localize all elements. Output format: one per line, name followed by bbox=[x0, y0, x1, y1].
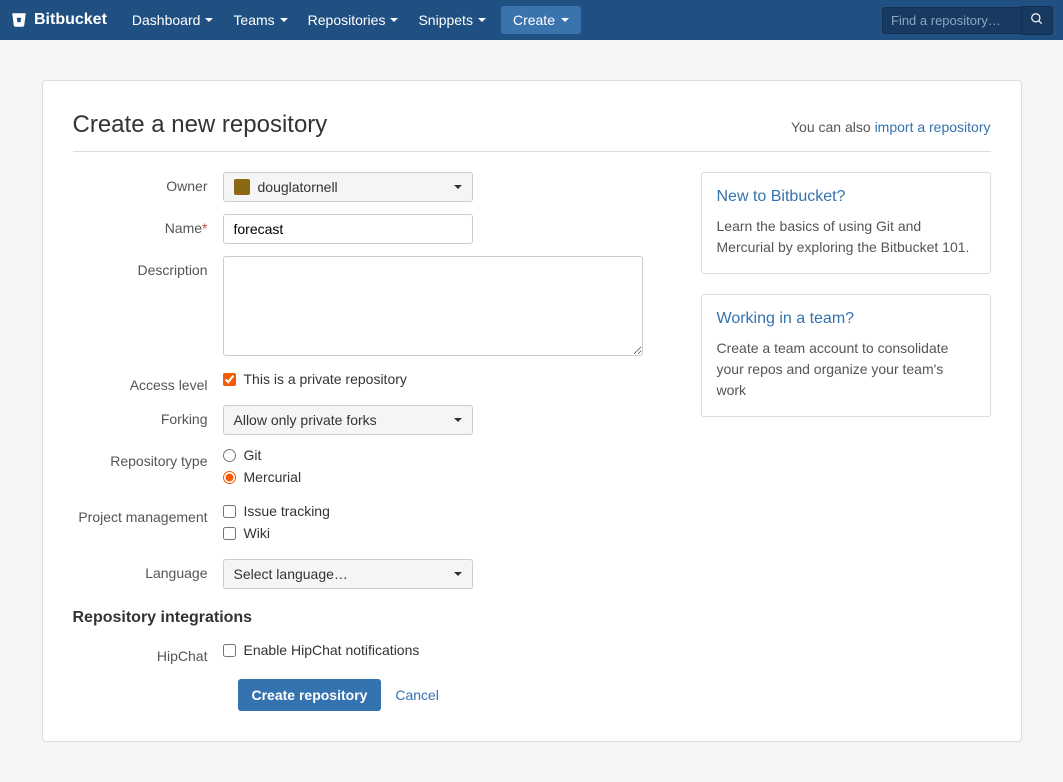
wiki-row[interactable]: Wiki bbox=[223, 525, 671, 541]
import-text: You can also import a repository bbox=[791, 119, 991, 135]
info-new-text: Learn the basics of using Git and Mercur… bbox=[717, 216, 975, 258]
chevron-down-icon bbox=[390, 18, 398, 22]
page-header: Create a new repository You can also imp… bbox=[73, 111, 991, 152]
repotype-label: Repository type bbox=[73, 447, 223, 469]
pm-label: Project management bbox=[73, 503, 223, 525]
search-wrap bbox=[882, 6, 1053, 35]
row-repotype: Repository type Git Mercurial bbox=[73, 447, 671, 491]
issue-tracking-checkbox[interactable] bbox=[223, 505, 236, 518]
row-access: Access level This is a private repositor… bbox=[73, 371, 671, 393]
nav-dashboard[interactable]: Dashboard bbox=[122, 0, 224, 40]
owner-select[interactable]: douglatornell bbox=[223, 172, 473, 202]
git-radio[interactable] bbox=[223, 449, 236, 462]
wiki-checkbox[interactable] bbox=[223, 527, 236, 540]
language-label: Language bbox=[73, 559, 223, 581]
info-box-team: Working in a team? Create a team account… bbox=[701, 294, 991, 417]
avatar bbox=[234, 179, 250, 195]
search-input[interactable] bbox=[882, 7, 1022, 34]
info-team-text: Create a team account to consolidate you… bbox=[717, 338, 975, 401]
form-section: Owner douglatornell Name* Description bbox=[73, 172, 671, 711]
row-pm: Project management Issue tracking Wiki bbox=[73, 503, 671, 547]
mercurial-radio-row[interactable]: Mercurial bbox=[223, 469, 671, 485]
hipchat-checkbox[interactable] bbox=[223, 644, 236, 657]
chevron-down-icon bbox=[454, 572, 462, 576]
forking-label: Forking bbox=[73, 405, 223, 427]
nav-snippets[interactable]: Snippets bbox=[408, 0, 495, 40]
sidebar: New to Bitbucket? Learn the basics of us… bbox=[701, 172, 991, 711]
git-radio-row[interactable]: Git bbox=[223, 447, 671, 463]
integrations-title: Repository integrations bbox=[73, 609, 671, 627]
nav-items: Dashboard Teams Repositories Snippets Cr… bbox=[122, 0, 882, 40]
form-actions: Create repository Cancel bbox=[238, 679, 671, 711]
import-repository-link[interactable]: import a repository bbox=[875, 119, 991, 135]
chevron-down-icon bbox=[478, 18, 486, 22]
mercurial-radio[interactable] bbox=[223, 471, 236, 484]
search-icon bbox=[1030, 12, 1044, 26]
cancel-button[interactable]: Cancel bbox=[385, 679, 449, 711]
forking-select[interactable]: Allow only private forks bbox=[223, 405, 473, 435]
main-panel: Create a new repository You can also imp… bbox=[42, 80, 1022, 742]
chevron-down-icon bbox=[280, 18, 288, 22]
create-button[interactable]: Create bbox=[501, 6, 581, 34]
name-input[interactable] bbox=[223, 214, 473, 244]
search-button[interactable] bbox=[1022, 6, 1053, 35]
navbar: Bitbucket Dashboard Teams Repositories S… bbox=[0, 0, 1063, 40]
row-hipchat: HipChat Enable HipChat notifications bbox=[73, 642, 671, 664]
content-row: Owner douglatornell Name* Description bbox=[73, 172, 991, 711]
row-language: Language Select language… bbox=[73, 559, 671, 589]
description-label: Description bbox=[73, 256, 223, 278]
page-title: Create a new repository bbox=[73, 111, 328, 139]
brand-text: Bitbucket bbox=[34, 11, 107, 29]
logo[interactable]: Bitbucket bbox=[10, 11, 107, 29]
bitbucket-icon bbox=[10, 11, 28, 29]
create-repository-button[interactable]: Create repository bbox=[238, 679, 382, 711]
info-new-title[interactable]: New to Bitbucket? bbox=[717, 188, 975, 206]
nav-teams[interactable]: Teams bbox=[223, 0, 297, 40]
chevron-down-icon bbox=[454, 185, 462, 189]
chevron-down-icon bbox=[205, 18, 213, 22]
owner-label: Owner bbox=[73, 172, 223, 194]
language-select[interactable]: Select language… bbox=[223, 559, 473, 589]
info-team-title[interactable]: Working in a team? bbox=[717, 310, 975, 328]
row-description: Description bbox=[73, 256, 671, 359]
row-owner: Owner douglatornell bbox=[73, 172, 671, 202]
private-checkbox-row[interactable]: This is a private repository bbox=[223, 371, 671, 387]
info-box-new: New to Bitbucket? Learn the basics of us… bbox=[701, 172, 991, 274]
description-textarea[interactable] bbox=[223, 256, 643, 356]
private-checkbox[interactable] bbox=[223, 373, 236, 386]
hipchat-label: HipChat bbox=[73, 642, 223, 664]
row-name: Name* bbox=[73, 214, 671, 244]
chevron-down-icon bbox=[561, 18, 569, 22]
row-forking: Forking Allow only private forks bbox=[73, 405, 671, 435]
chevron-down-icon bbox=[454, 418, 462, 422]
name-label: Name* bbox=[73, 214, 223, 236]
hipchat-row[interactable]: Enable HipChat notifications bbox=[223, 642, 671, 658]
access-label: Access level bbox=[73, 371, 223, 393]
issue-tracking-row[interactable]: Issue tracking bbox=[223, 503, 671, 519]
nav-repositories[interactable]: Repositories bbox=[298, 0, 409, 40]
